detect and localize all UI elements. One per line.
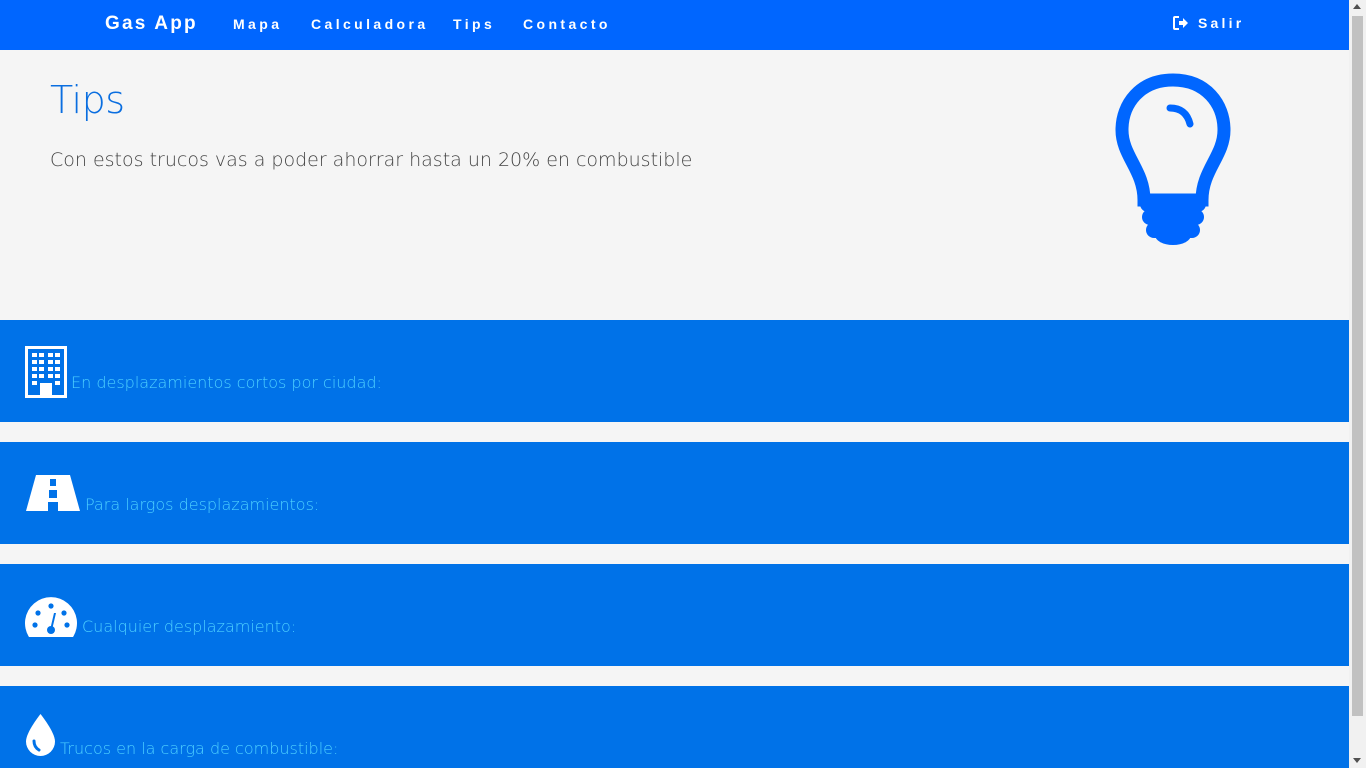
nav-item-mapa[interactable]: Mapa (233, 16, 282, 32)
tip-city-section[interactable]: En desplazamientos cortos por ciudad: (0, 320, 1349, 422)
nav-item-calculadora[interactable]: Calculadora (311, 16, 429, 32)
top-navbar: Gas App Mapa Calculadora Tips Contacto S… (0, 0, 1349, 50)
tip-any-section[interactable]: Cualquier desplazamiento: (0, 564, 1349, 666)
brand-logo[interactable]: Gas App (105, 13, 198, 35)
tip-any-label: Cualquier desplazamiento: (82, 617, 297, 636)
lightbulb-icon (1115, 73, 1231, 245)
scrollbar-thumb[interactable] (1352, 16, 1363, 716)
tip-city-label: En desplazamientos cortos por ciudad: (71, 373, 382, 392)
road-icon (26, 475, 80, 511)
nav-item-tips[interactable]: Tips (453, 16, 495, 32)
logout-label: Salir (1198, 15, 1245, 31)
building-icon (25, 346, 67, 398)
scroll-up-icon[interactable] (1353, 4, 1361, 9)
scroll-down-icon[interactable] (1353, 758, 1361, 763)
fuel-drop-icon (26, 714, 55, 756)
page-title: Tips (50, 78, 125, 122)
page-subtitle: Con estos trucos vas a poder ahorrar has… (50, 149, 693, 171)
tip-highway-section[interactable]: Para largos desplazamientos: (0, 442, 1349, 544)
tip-highway-label: Para largos desplazamientos: (85, 495, 320, 514)
sign-out-icon (1173, 16, 1188, 30)
speedometer-icon (25, 597, 77, 637)
tip-fuel-section[interactable]: Trucos en la carga de combustible: (0, 686, 1349, 768)
logout-button[interactable]: Salir (1173, 15, 1244, 31)
tip-fuel-label: Trucos en la carga de combustible: (60, 739, 339, 758)
nav-item-contacto[interactable]: Contacto (523, 16, 611, 32)
